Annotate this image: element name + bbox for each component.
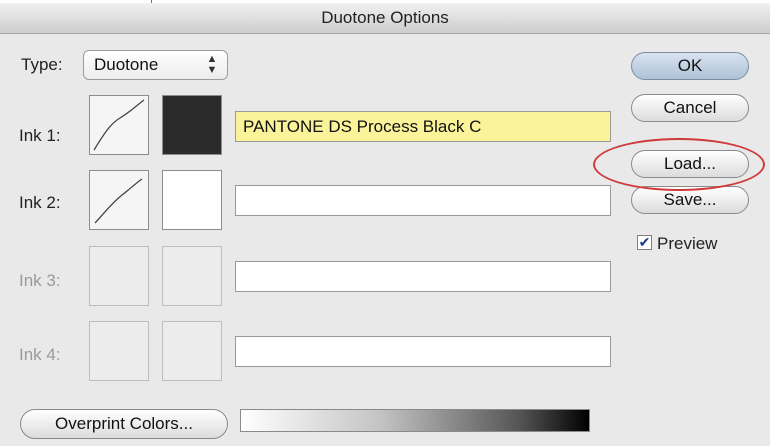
ink3-curve-box — [89, 246, 149, 306]
preview-label[interactable]: Preview — [657, 234, 717, 254]
ink2-label: Ink 2: — [19, 193, 61, 212]
load-annotation-circle — [593, 138, 765, 191]
ink2-curve-icon — [94, 178, 143, 224]
cancel-button[interactable]: Cancel — [631, 94, 749, 122]
ink3-swatch — [162, 246, 222, 306]
type-select-value: Duotone — [94, 55, 159, 74]
duotone-gradient-bar — [240, 409, 590, 432]
ok-button[interactable]: OK — [631, 52, 749, 80]
ink4-curve-box — [89, 321, 149, 381]
ink3-label: Ink 3: — [19, 271, 61, 290]
preview-checkbox[interactable]: ✔ — [637, 235, 652, 250]
ink3-name-field — [235, 261, 611, 292]
ink1-curve-box[interactable] — [89, 95, 149, 155]
ink4-swatch — [162, 321, 222, 381]
ink1-label: Ink 1: — [19, 126, 61, 145]
ink2-swatch[interactable] — [162, 170, 222, 230]
checkmark-icon: ✔ — [638, 234, 651, 250]
ink1-name-field[interactable]: PANTONE DS Process Black C — [235, 111, 611, 142]
type-select[interactable]: Duotone ▲ ▼ — [83, 50, 228, 80]
ink4-name-field — [235, 336, 611, 367]
type-label: Type: — [21, 55, 63, 74]
overprint-colors-button[interactable]: Overprint Colors... — [20, 409, 228, 439]
select-stepper-icon: ▲ ▼ — [206, 53, 218, 76]
ink4-label: Ink 4: — [19, 345, 61, 364]
ink1-swatch[interactable] — [162, 95, 222, 155]
ink2-name-field[interactable] — [235, 185, 611, 216]
window-title: Duotone Options — [321, 8, 449, 27]
ink1-curve-icon — [93, 99, 145, 151]
ink2-curve-box[interactable] — [89, 170, 149, 230]
